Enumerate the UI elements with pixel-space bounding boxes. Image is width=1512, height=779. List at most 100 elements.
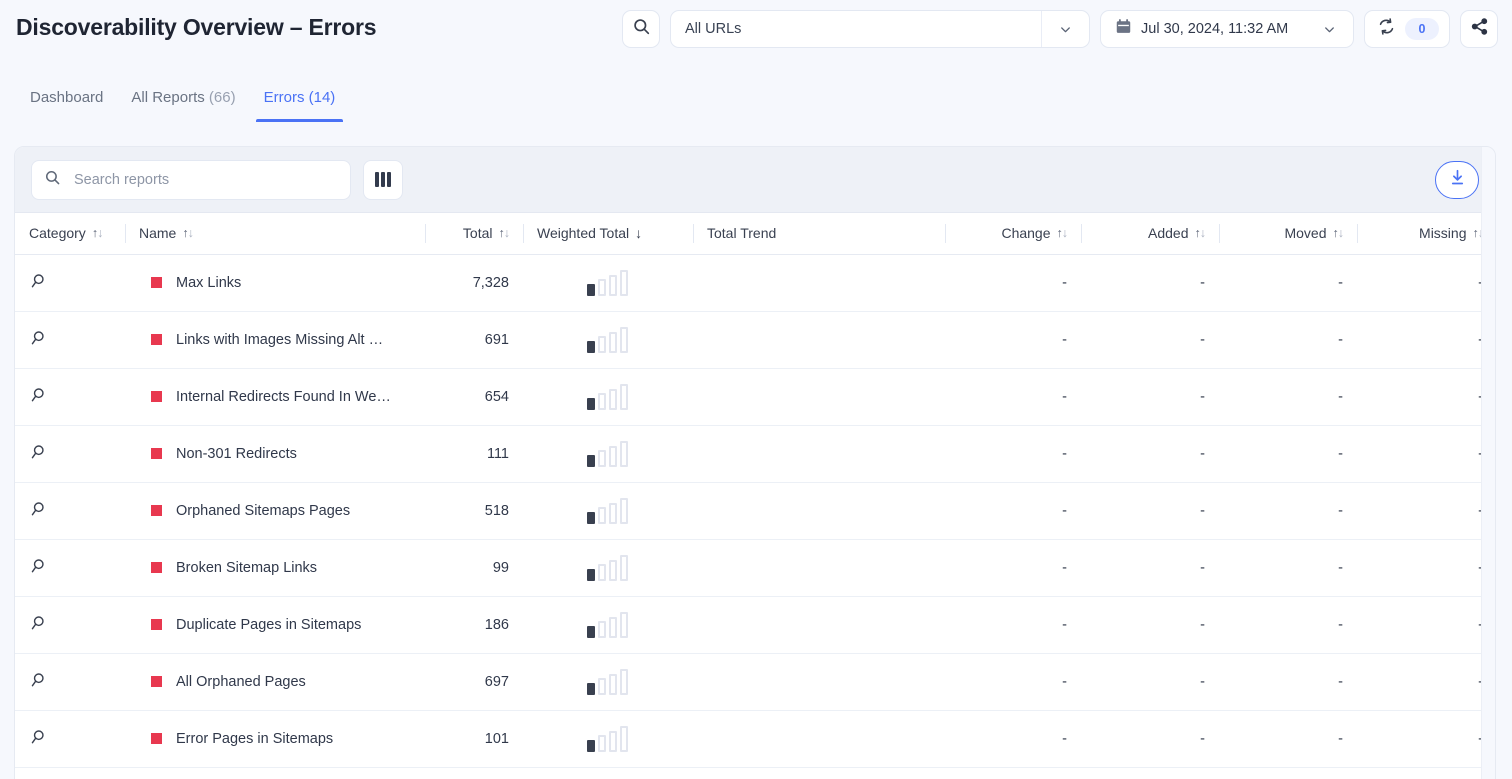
sort-icon-desc[interactable]: ↓	[635, 226, 642, 240]
row-name-label: Non-301 Redirects	[176, 446, 297, 462]
magnifier-icon[interactable]	[29, 449, 47, 465]
tab-errors[interactable]: Errors (14)	[250, 86, 350, 122]
row-category-cell[interactable]	[15, 254, 125, 311]
table-row[interactable]: Error Pages in Sitemaps101----	[15, 710, 1496, 767]
col-header-weighted-total-label: Weighted Total	[537, 225, 629, 241]
table-row[interactable]: Duplicate Pages in Sitemaps186----	[15, 596, 1496, 653]
magnifier-icon[interactable]	[29, 620, 47, 636]
search-button[interactable]	[622, 10, 660, 48]
search-icon	[44, 169, 61, 191]
row-name-cell[interactable]: Broken Sitemap Links	[125, 539, 425, 596]
col-header-category[interactable]: Category ↑↓	[15, 213, 125, 254]
magnifier-icon[interactable]	[29, 563, 47, 579]
sort-icon-both[interactable]: ↑↓	[92, 227, 103, 240]
row-name-label: Max Links	[176, 275, 241, 291]
tab-all-reports[interactable]: All Reports (66)	[117, 86, 249, 122]
row-total-cell: 697	[425, 653, 523, 710]
search-reports-box[interactable]	[31, 160, 351, 200]
magnifier-icon[interactable]	[29, 392, 47, 408]
row-name-cell[interactable]: Internal Redirects Found In We…	[125, 368, 425, 425]
magnifier-icon[interactable]	[29, 278, 47, 294]
url-filter-select[interactable]: All URLs	[670, 10, 1090, 48]
severity-square-icon	[151, 733, 162, 744]
sort-icon-both[interactable]: ↑↓	[1333, 227, 1344, 240]
table-row[interactable]: Max Links7,328----	[15, 254, 1496, 311]
row-category-cell[interactable]	[15, 425, 125, 482]
date-chevron-down-icon[interactable]	[1312, 22, 1347, 37]
row-added-cell: -	[1081, 710, 1219, 767]
magnifier-icon[interactable]	[29, 734, 47, 750]
row-category-cell[interactable]	[15, 653, 125, 710]
page-title: Discoverability Overview – Errors	[16, 14, 376, 41]
row-category-cell[interactable]	[15, 539, 125, 596]
row-moved-cell: -	[1219, 653, 1357, 710]
row-moved-cell: -	[1219, 596, 1357, 653]
row-missing-cell: -	[1357, 425, 1496, 482]
url-filter-chevron-down-icon[interactable]	[1041, 11, 1089, 47]
row-total-cell: 7,328	[425, 254, 523, 311]
magnifier-icon[interactable]	[29, 677, 47, 693]
col-header-added[interactable]: Added ↑↓	[1081, 213, 1219, 254]
sort-icon-both[interactable]: ↑↓	[499, 227, 510, 240]
row-missing-cell: -	[1357, 482, 1496, 539]
row-name-cell[interactable]: Non-301 Redirects	[125, 425, 425, 482]
row-total-trend-cell	[693, 311, 945, 368]
download-button[interactable]	[1435, 161, 1479, 199]
row-name-cell[interactable]: Orphaned Sitemaps Pages	[125, 482, 425, 539]
share-button[interactable]	[1460, 10, 1498, 48]
table-row[interactable]: Links with Images Missing Alt …691----	[15, 311, 1496, 368]
table-row[interactable]: Non-301 Redirects111----	[15, 425, 1496, 482]
row-name-label: Links with Images Missing Alt …	[176, 332, 383, 348]
sort-icon-both[interactable]: ↑↓	[1195, 227, 1206, 240]
row-name-label: All Orphaned Pages	[176, 674, 306, 690]
row-category-cell[interactable]	[15, 482, 125, 539]
magnifier-icon[interactable]	[29, 335, 47, 351]
refresh-button[interactable]: 0	[1364, 10, 1450, 48]
row-change-cell: -	[945, 311, 1081, 368]
magnifier-icon[interactable]	[29, 506, 47, 522]
sort-icon-both[interactable]: ↑↓	[1057, 227, 1068, 240]
row-category-cell[interactable]	[15, 596, 125, 653]
col-header-total[interactable]: Total ↑↓	[425, 213, 523, 254]
col-header-name[interactable]: Name ↑↓	[125, 213, 425, 254]
row-added-cell: -	[1081, 254, 1219, 311]
row-added-cell: -	[1081, 596, 1219, 653]
table-row[interactable]: Broken Sitemap Links99----	[15, 539, 1496, 596]
row-category-cell[interactable]	[15, 368, 125, 425]
col-header-weighted-total[interactable]: Weighted Total ↓	[523, 213, 693, 254]
row-weighted-total-cell	[523, 596, 693, 653]
row-name-label: Internal Redirects Found In We…	[176, 389, 391, 405]
row-missing-cell: -	[1357, 653, 1496, 710]
columns-button[interactable]	[363, 160, 403, 200]
table-body: Max Links7,328----Links with Images Miss…	[15, 254, 1496, 767]
sort-icon-both[interactable]: ↑↓	[182, 227, 193, 240]
row-name-cell[interactable]: Links with Images Missing Alt …	[125, 311, 425, 368]
row-name-cell[interactable]: All Orphaned Pages	[125, 653, 425, 710]
row-name-cell[interactable]: Max Links	[125, 254, 425, 311]
row-category-cell[interactable]	[15, 311, 125, 368]
row-name-label: Broken Sitemap Links	[176, 560, 317, 576]
table-row[interactable]: All Orphaned Pages697----	[15, 653, 1496, 710]
col-header-missing[interactable]: Missing ↑↓	[1357, 213, 1496, 254]
search-input[interactable]	[72, 171, 338, 189]
vertical-scrollbar[interactable]	[1481, 147, 1495, 779]
date-range-select[interactable]: Jul 30, 2024, 11:32 AM	[1100, 10, 1354, 48]
row-moved-cell: -	[1219, 425, 1357, 482]
tab-errors-count: (14)	[309, 89, 336, 106]
severity-square-icon	[151, 562, 162, 573]
table-row[interactable]: Orphaned Sitemaps Pages518----	[15, 482, 1496, 539]
col-header-total-trend[interactable]: Total Trend	[693, 213, 945, 254]
col-header-moved[interactable]: Moved ↑↓	[1219, 213, 1357, 254]
tab-dashboard[interactable]: Dashboard	[16, 86, 117, 122]
row-moved-cell: -	[1219, 482, 1357, 539]
row-name-cell[interactable]: Duplicate Pages in Sitemaps	[125, 596, 425, 653]
row-total-trend-cell	[693, 539, 945, 596]
weighted-total-bars-icon	[537, 498, 679, 524]
row-change-cell: -	[945, 539, 1081, 596]
col-header-change[interactable]: Change ↑↓	[945, 213, 1081, 254]
table-row[interactable]: Internal Redirects Found In We…654----	[15, 368, 1496, 425]
row-category-cell[interactable]	[15, 710, 125, 767]
weighted-total-bars-icon	[537, 612, 679, 638]
row-name-cell[interactable]: Error Pages in Sitemaps	[125, 710, 425, 767]
row-total-cell: 691	[425, 311, 523, 368]
